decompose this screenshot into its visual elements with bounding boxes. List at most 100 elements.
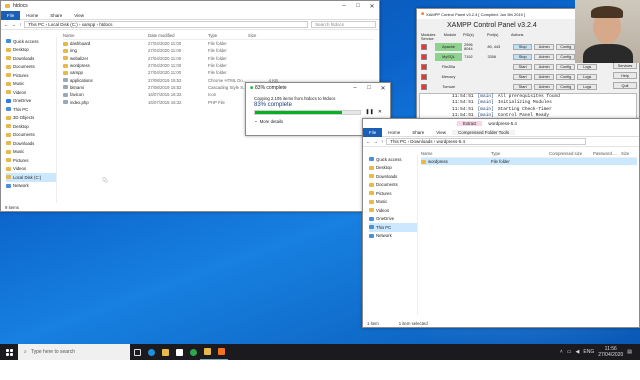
module-admin-button[interactable]: Admin — [534, 74, 554, 80]
log-panel[interactable]: 11:54:51 [main] All prerequisites found 11:… — [419, 93, 637, 124]
tab-share[interactable]: Share — [44, 13, 68, 18]
network-icon[interactable]: ▭ — [567, 349, 572, 355]
tab-view[interactable]: View — [68, 13, 90, 18]
minimize-button[interactable]: – — [337, 1, 351, 11]
tab-file[interactable]: File — [363, 127, 383, 137]
module-admin-button[interactable]: Admin — [534, 44, 554, 50]
module-stop-button[interactable]: Stop — [512, 54, 533, 60]
col-name[interactable]: Name — [421, 151, 491, 156]
nav-item[interactable]: Local Disk (C:) — [6, 173, 56, 182]
nav-item[interactable]: Quick access — [6, 37, 56, 46]
minimize-button[interactable]: – — [348, 83, 362, 93]
up-icon[interactable]: ↑ — [19, 22, 21, 27]
module-stop-button[interactable]: Stop — [512, 44, 533, 50]
service-checkbox[interactable] — [421, 44, 427, 50]
col-type[interactable]: Type — [491, 151, 549, 156]
col-size[interactable]: Size — [248, 33, 278, 38]
file-explorer-icon[interactable] — [158, 344, 172, 360]
breadcrumb-this-pc[interactable]: This PC — [390, 139, 406, 144]
nav-item[interactable]: Desktop — [6, 122, 56, 131]
tray-chevron-icon[interactable]: ˄ — [560, 349, 563, 355]
module-admin-button[interactable]: Admin — [534, 54, 554, 60]
list-item[interactable]: xampp 27/04/2020 11:00 File folder — [63, 69, 375, 76]
title-bar[interactable]: Extract wordpress-5.4 — [363, 119, 639, 128]
module-config-button[interactable]: Config — [555, 64, 576, 70]
back-icon[interactable]: ← — [4, 22, 9, 27]
nav-item[interactable]: Videos — [6, 165, 56, 174]
nav-item[interactable]: Documents — [369, 181, 417, 190]
nav-item[interactable]: Network — [6, 182, 56, 191]
more-details-link[interactable]: More details — [260, 119, 283, 124]
tab-compressed-folder-tools[interactable]: Compressed Folder Tools — [451, 129, 516, 135]
nav-item[interactable]: Pictures — [369, 189, 417, 198]
service-checkbox[interactable] — [421, 74, 427, 80]
address-bar[interactable]: This PC › Downloads › wordpress-5.4 — [386, 138, 587, 145]
breadcrumb-htdocs[interactable]: htdocs — [99, 22, 112, 27]
module-logs-button[interactable]: Logs — [577, 64, 597, 70]
tab-share[interactable]: Share — [406, 130, 430, 135]
col-password[interactable]: Password ... — [593, 151, 621, 156]
breadcrumb-xampp[interactable]: xampp — [82, 22, 96, 27]
nav-item[interactable]: Music — [369, 198, 417, 207]
explorer-window-wordpress[interactable]: Extract wordpress-5.4 File Home Share Vi… — [362, 118, 640, 328]
breadcrumb-downloads[interactable]: Downloads — [410, 139, 432, 144]
nav-item[interactable]: Network — [369, 232, 417, 241]
forward-icon[interactable]: → — [12, 22, 17, 27]
nav-item[interactable]: Videos — [6, 88, 56, 97]
close-button[interactable]: ✕ — [376, 83, 390, 93]
explorer-running-icon[interactable] — [200, 344, 214, 360]
list-item[interactable]: dashboard 27/04/2020 11:00 File folder — [63, 40, 375, 47]
maximize-button[interactable]: □ — [362, 83, 376, 93]
nav-item[interactable]: Downloads — [6, 139, 56, 148]
nav-item[interactable]: OneDrive — [369, 215, 417, 224]
tab-home[interactable]: Home — [382, 130, 406, 135]
nav-item[interactable]: Documents — [6, 131, 56, 140]
side-quit-button[interactable]: Quit — [613, 82, 637, 89]
extract-tab[interactable]: Extract — [457, 121, 483, 126]
module-admin-button[interactable]: Admin — [534, 84, 554, 90]
notification-icon[interactable]: ▤ — [627, 349, 632, 355]
module-config-button[interactable]: Config — [555, 44, 576, 50]
chrome-icon[interactable] — [186, 344, 200, 360]
clock[interactable]: 11:56 27/04/2020 — [598, 346, 623, 358]
module-logs-button[interactable]: Logs — [577, 74, 597, 80]
tab-file[interactable]: File — [1, 10, 21, 20]
expand-icon[interactable]: ⌄ — [254, 118, 258, 124]
module-admin-button[interactable]: Admin — [534, 64, 554, 70]
col-name[interactable]: Name — [63, 33, 148, 38]
close-button[interactable]: ✕ — [365, 1, 379, 11]
service-checkbox[interactable] — [421, 64, 427, 70]
list-item[interactable]: wordpress 27/04/2020 11:00 File folder — [63, 62, 375, 69]
tab-home[interactable]: Home — [20, 13, 44, 18]
breadcrumb-wordpress[interactable]: wordpress-5.4 — [437, 139, 466, 144]
breadcrumb-this-pc[interactable]: This PC — [28, 22, 44, 27]
nav-item[interactable]: Downloads — [369, 172, 417, 181]
nav-item[interactable]: Music — [6, 148, 56, 157]
maximize-button[interactable]: □ — [351, 1, 365, 11]
forward-icon[interactable]: → — [374, 139, 379, 144]
store-icon[interactable] — [172, 344, 186, 360]
nav-item[interactable]: Quick access — [369, 155, 417, 164]
taskbar-search[interactable]: ⌕ Type here to search — [18, 344, 130, 360]
module-logs-button[interactable]: Logs — [577, 84, 597, 90]
service-checkbox[interactable] — [421, 84, 427, 90]
breadcrumb-local-disk[interactable]: Local Disk (C:) — [48, 22, 78, 27]
col-date[interactable]: Date modified — [148, 33, 208, 38]
nav-item[interactable]: Music — [6, 80, 56, 89]
up-icon[interactable]: ↑ — [381, 139, 383, 144]
list-item[interactable]: wordpress File folder — [421, 158, 637, 166]
col-type[interactable]: Type — [208, 33, 248, 38]
module-config-button[interactable]: Config — [555, 74, 576, 80]
col-size[interactable]: Size — [621, 151, 637, 156]
nav-item[interactable]: Downloads — [6, 54, 56, 63]
nav-item[interactable]: 3D Objects — [6, 114, 56, 123]
list-item[interactable]: webalizer 27/04/2020 11:00 File folder — [63, 55, 375, 62]
volume-icon[interactable]: ◀ — [576, 349, 580, 355]
module-config-button[interactable]: Config — [555, 84, 576, 90]
col-compressed-size[interactable]: Compressed size — [549, 151, 593, 156]
nav-item[interactable]: Pictures — [6, 71, 56, 80]
nav-item[interactable]: Desktop — [6, 46, 56, 55]
nav-item[interactable]: Desktop — [369, 164, 417, 173]
module-start-button[interactable]: Start — [512, 84, 533, 90]
nav-item[interactable]: Documents — [6, 63, 56, 72]
